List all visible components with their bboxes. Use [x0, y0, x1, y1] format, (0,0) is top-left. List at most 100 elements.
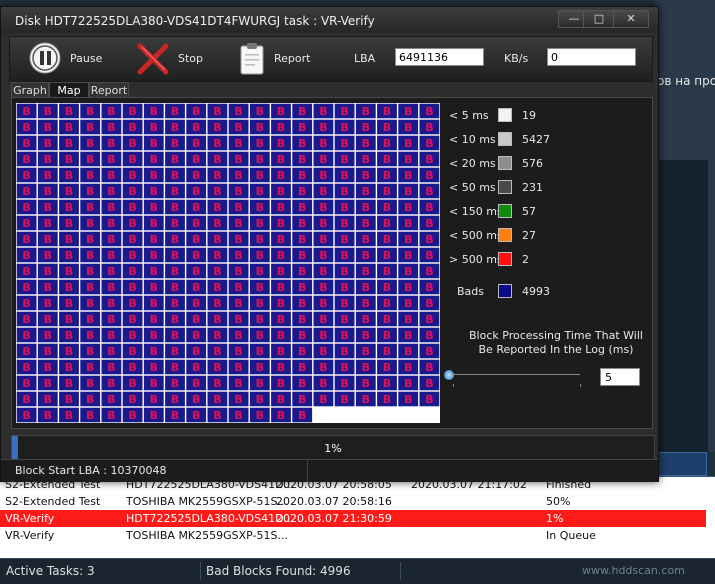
maximize-button[interactable]: □: [583, 10, 615, 28]
map-block: B: [334, 327, 355, 343]
svg-text:B: B: [383, 249, 391, 262]
map-block: B: [101, 135, 122, 151]
minimize-icon: —: [568, 12, 580, 25]
map-block: B: [80, 327, 101, 343]
map-block: B: [292, 279, 313, 295]
svg-text:B: B: [86, 377, 94, 390]
svg-text:B: B: [425, 313, 433, 326]
map-block: B: [398, 295, 419, 311]
map-block: B: [313, 183, 334, 199]
tab-report[interactable]: Report: [89, 82, 129, 98]
block-time-value[interactable]: 5: [600, 368, 640, 386]
svg-text:B: B: [362, 345, 370, 358]
svg-text:B: B: [171, 281, 179, 294]
map-block: B: [186, 407, 207, 423]
svg-text:B: B: [425, 361, 433, 374]
svg-text:B: B: [107, 153, 115, 166]
map-block: B: [80, 199, 101, 215]
svg-text:B: B: [340, 265, 348, 278]
slider-thumb[interactable]: [444, 370, 454, 380]
task-row[interactable]: S2-Extended Test TOSHIBA MK2559GSXP-51S.…: [0, 493, 706, 510]
legend-label: < 500 ms: [449, 229, 503, 242]
svg-text:B: B: [383, 185, 391, 198]
map-block: B: [16, 119, 37, 135]
map-block: B: [292, 183, 313, 199]
block-time-slider[interactable]: [444, 370, 584, 387]
svg-text:B: B: [171, 265, 179, 278]
map-block: B: [59, 407, 79, 423]
legend-label: < 5 ms: [449, 109, 489, 122]
report-button[interactable]: Report: [236, 37, 326, 81]
map-block: B: [186, 247, 207, 263]
task-row-selected[interactable]: VR-Verify HDT722525DLA380-VDS41D... 2020…: [0, 510, 706, 527]
svg-text:B: B: [65, 409, 73, 422]
svg-text:B: B: [192, 249, 200, 262]
svg-text:B: B: [44, 297, 52, 310]
svg-text:B: B: [107, 185, 115, 198]
svg-text:B: B: [277, 169, 285, 182]
svg-text:B: B: [319, 297, 327, 310]
map-block: B: [37, 263, 58, 279]
map-block: B: [334, 279, 355, 295]
task-list-header-button[interactable]: [655, 452, 707, 476]
svg-text:B: B: [44, 105, 52, 118]
svg-text:B: B: [213, 153, 221, 166]
svg-text:B: B: [192, 329, 200, 342]
map-block: B: [249, 359, 270, 375]
kbs-field[interactable]: 0: [547, 48, 636, 66]
map-block: B: [292, 151, 313, 167]
svg-text:B: B: [44, 185, 52, 198]
svg-text:B: B: [128, 265, 136, 278]
stop-button[interactable]: Stop: [134, 37, 214, 81]
svg-text:B: B: [192, 121, 200, 134]
map-block: B: [101, 199, 122, 215]
svg-text:B: B: [65, 105, 73, 118]
map-block: B: [292, 215, 313, 231]
task-row[interactable]: VR-Verify TOSHIBA MK2559GSXP-51S... In Q…: [0, 527, 706, 544]
svg-text:B: B: [65, 185, 73, 198]
svg-text:B: B: [340, 297, 348, 310]
svg-text:B: B: [404, 313, 412, 326]
map-block: B: [355, 343, 376, 359]
tab-map[interactable]: Map: [49, 82, 89, 98]
progress-text: 1%: [324, 442, 342, 455]
pause-button[interactable]: Pause: [24, 37, 124, 81]
status-bar: Active Tasks: 3 Bad Blocks Found: 4996 w…: [0, 558, 715, 584]
svg-text:B: B: [340, 393, 348, 406]
svg-text:B: B: [277, 361, 285, 374]
svg-text:B: B: [383, 361, 391, 374]
svg-text:B: B: [213, 297, 221, 310]
title-bar[interactable]: Disk HDT722525DLA380-VDS41DT4FWURGJ task…: [1, 7, 658, 33]
map-block: B: [16, 215, 37, 231]
map-block: B: [80, 215, 101, 231]
svg-text:B: B: [234, 409, 242, 422]
svg-text:B: B: [86, 201, 94, 214]
svg-text:B: B: [340, 361, 348, 374]
close-button[interactable]: ✕: [613, 10, 649, 28]
svg-text:B: B: [404, 169, 412, 182]
lba-field[interactable]: 6491136: [395, 48, 484, 66]
task-name: VR-Verify: [5, 529, 55, 542]
map-block: B: [59, 247, 79, 263]
svg-text:B: B: [65, 281, 73, 294]
map-block: B: [271, 375, 291, 391]
map-block: B: [419, 279, 440, 295]
tab-graph[interactable]: Graph: [11, 82, 49, 98]
svg-text:B: B: [128, 281, 136, 294]
map-block: B: [207, 391, 228, 407]
svg-text:B: B: [128, 345, 136, 358]
svg-text:B: B: [213, 313, 221, 326]
block-map-grid: B B B B B B B B B B B B B B B B B B B B B B B B B B B B B B B B B B B B B B B B…: [16, 103, 440, 423]
map-block: B: [292, 199, 313, 215]
svg-text:B: B: [192, 361, 200, 374]
map-block: B: [37, 359, 58, 375]
map-block: B: [377, 327, 397, 343]
map-block: B: [398, 199, 419, 215]
map-block: B: [101, 391, 122, 407]
svg-text:B: B: [22, 121, 30, 134]
svg-text:B: B: [107, 121, 115, 134]
legend-swatch: [498, 156, 512, 170]
legend-count: 5427: [522, 133, 550, 146]
map-block: B: [165, 311, 185, 327]
svg-text:B: B: [425, 217, 433, 230]
